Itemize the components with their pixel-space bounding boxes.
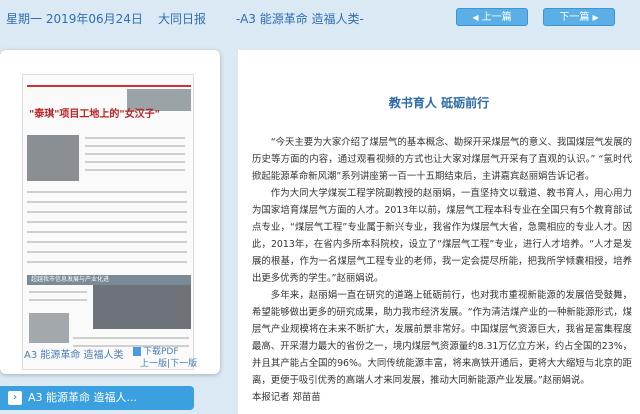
thumbnail-photo xyxy=(27,135,79,181)
page-thumbnail[interactable]: "泰琪"项目工地上的"女汉子" 超越我市信息发展与产业化进 xyxy=(22,74,194,370)
chevron-right-icon: › xyxy=(8,391,22,405)
thumbnail-text-line xyxy=(85,169,185,171)
thumbnail-text-line xyxy=(27,221,187,223)
section-tab[interactable]: › A3 能源革命 造福人... xyxy=(0,386,194,410)
prev-page-link[interactable]: 上一版 xyxy=(140,359,167,369)
thumbnail-text-line xyxy=(85,145,185,147)
article-body: “今天主要为大家介绍了煤层气的基本概念、勘探开采煤层气的意义、我国煤层气发展的历… xyxy=(252,134,632,406)
article-paragraph: 作为大同大学煤炭工程学院副教授的赵丽娟，一直坚持文以载道、教书育人，用心用力为国… xyxy=(252,188,632,284)
thumbnail-photo xyxy=(93,285,191,329)
top-bar: 星期一 2019年06月24日 大同日报 -A3 能源革命 造福人类- ◀ 上一… xyxy=(0,0,640,34)
issue-date: 星期一 2019年06月24日 xyxy=(6,12,143,26)
thumbnail-text-line xyxy=(29,291,87,293)
page-navigation: 上一版|下一版 xyxy=(140,356,197,369)
article-panel: 教书育人 砥砺前行 “今天主要为大家介绍了煤层气的基本概念、勘探开采煤层气的意义… xyxy=(238,50,640,414)
thumbnail-text-line xyxy=(27,261,187,263)
article-paragraph: “今天主要为大家介绍了煤层气的基本概念、勘探开采煤层气的意义、我国煤层气发展的历… xyxy=(252,137,632,182)
page-preview-panel: "泰琪"项目工地上的"女汉子" 超越我市信息发展与产业化进 A3 能源革命 造福… xyxy=(0,50,220,374)
thumbnail-text-line xyxy=(29,299,87,301)
thumbnail-text-line xyxy=(27,231,187,233)
thumbnail-text-line xyxy=(27,241,187,243)
article-title: 教书育人 砥砺前行 xyxy=(388,96,490,110)
thumbnail-text-line xyxy=(27,211,187,213)
thumbnail-text-line xyxy=(73,337,189,339)
article-byline: 本报记者 郑苗苗 xyxy=(252,392,321,403)
thumbnail-text-line xyxy=(27,251,187,253)
article-paragraph: 多年来，赵丽娟一直在研究的道路上砥砺前行，也对我市重视新能源的发展倍受鼓舞，希望… xyxy=(252,290,632,386)
chevron-left-icon: ◀ xyxy=(472,13,479,22)
thumbnail-photo xyxy=(29,313,69,343)
thumbnail-text-line xyxy=(27,201,187,203)
thumbnail-headline: "泰琪"项目工地上的"女汉子" xyxy=(29,109,160,120)
prev-article-label: 上一篇 xyxy=(481,12,512,23)
thumbnail-text-line xyxy=(27,191,187,193)
section-tab-label: A3 能源革命 造福人... xyxy=(28,391,138,404)
next-page-link[interactable]: 下一版 xyxy=(170,359,197,369)
thumbnail-text-line xyxy=(85,161,185,163)
newspaper-name[interactable]: 大同日报 xyxy=(158,10,206,27)
section-title: -A3 能源革命 造福人类- xyxy=(236,12,364,26)
thumbnail-text-line xyxy=(85,153,185,155)
thumbnail-banner: 超越我市信息发展与产业化进 xyxy=(27,275,191,285)
next-article-button[interactable]: 下一篇 ▶ xyxy=(543,8,615,26)
next-article-label: 下一篇 xyxy=(559,12,590,23)
pdf-icon xyxy=(133,347,141,356)
thumbnail-masthead xyxy=(27,79,191,87)
thumbnail-text-line xyxy=(85,137,185,139)
prev-article-button[interactable]: ◀ 上一篇 xyxy=(456,8,528,26)
chevron-right-icon: ▶ xyxy=(592,13,599,22)
page-caption[interactable]: A3 能源革命 造福人类 xyxy=(24,346,124,361)
